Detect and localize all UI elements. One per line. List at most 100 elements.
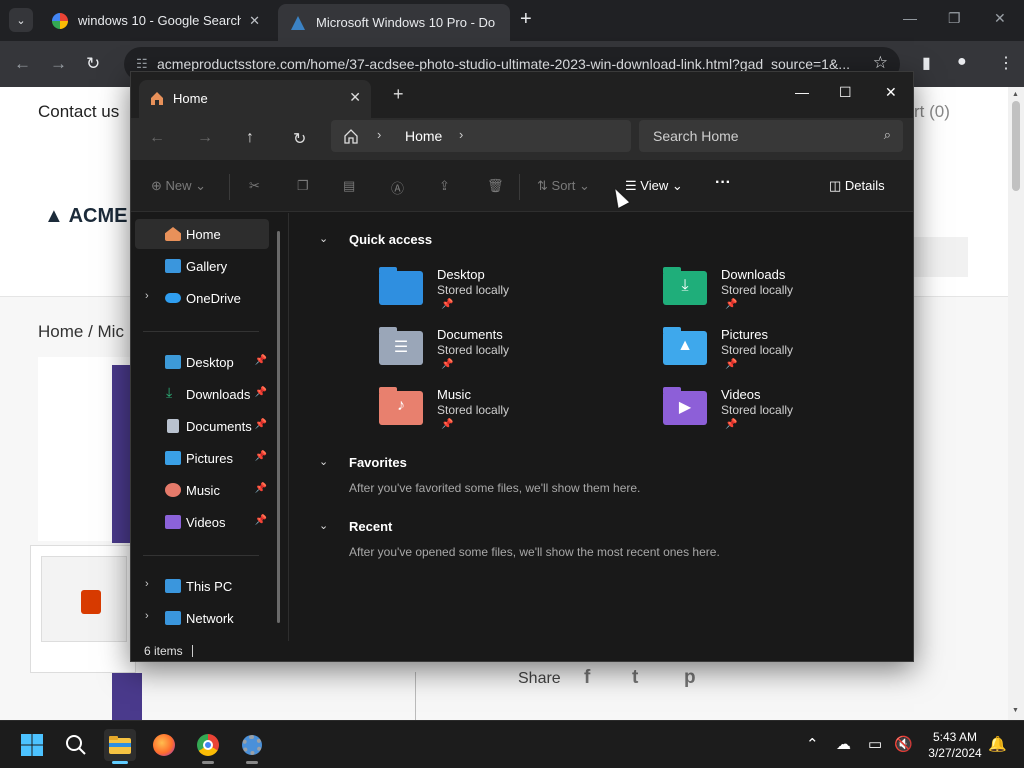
- start-button[interactable]: [16, 729, 48, 761]
- pin-icon[interactable]: 📌: [255, 355, 267, 366]
- view-button[interactable]: ☰ View ⌄: [625, 178, 683, 194]
- notification-bell-icon[interactable]: 🔔: [988, 735, 1007, 753]
- up-arrow-icon[interactable]: ↑: [246, 129, 254, 147]
- new-tab-button[interactable]: +: [520, 8, 532, 31]
- chevron-right-icon[interactable]: ›: [145, 290, 149, 302]
- nav-item-downloads[interactable]: ⤓ Downloads 📌: [135, 379, 269, 409]
- nav-item-gallery[interactable]: Gallery: [135, 251, 269, 281]
- pin-icon[interactable]: 📌: [255, 419, 267, 430]
- section-recent[interactable]: Recent: [349, 519, 392, 534]
- chevron-right-icon[interactable]: ›: [459, 127, 463, 142]
- pin-icon[interactable]: 📌: [255, 483, 267, 494]
- close-icon[interactable]: ✕: [349, 89, 361, 106]
- page-scrollbar[interactable]: ▲ ▼: [1008, 87, 1024, 720]
- nav-item-desktop[interactable]: Desktop 📌: [135, 347, 269, 377]
- browser-tab-google[interactable]: windows 10 - Google Search ✕: [40, 4, 272, 37]
- details-button[interactable]: ◫ Details: [829, 178, 885, 194]
- quick-access-downloads[interactable]: ⤓ Downloads Stored locally 📌: [663, 267, 863, 321]
- minimize-icon[interactable]: —: [903, 10, 917, 26]
- onedrive-offline-icon[interactable]: ☁: [836, 735, 851, 753]
- nav-item-documents[interactable]: Documents 📌: [135, 411, 269, 441]
- cut-icon[interactable]: ✂: [249, 178, 260, 194]
- rename-icon[interactable]: Ⓐ: [391, 178, 404, 197]
- maximize-icon[interactable]: ☐: [839, 84, 852, 101]
- pin-icon[interactable]: 📌: [255, 451, 267, 462]
- scroll-down-icon[interactable]: ▼: [1012, 707, 1019, 714]
- taskbar-file-explorer[interactable]: [104, 729, 136, 764]
- quick-access-music[interactable]: ♪ Music Stored locally 📌: [379, 387, 579, 441]
- search-icon[interactable]: ⌕: [884, 127, 891, 143]
- scroll-up-icon[interactable]: ▲: [1012, 91, 1019, 98]
- minimize-icon[interactable]: —: [795, 84, 809, 100]
- copy-icon[interactable]: ❐: [297, 178, 309, 194]
- facebook-icon[interactable]: f: [584, 667, 590, 689]
- network-icon[interactable]: ▭: [868, 735, 882, 753]
- chevron-right-icon[interactable]: ›: [145, 610, 149, 622]
- pane-divider[interactable]: [288, 213, 289, 641]
- sort-button[interactable]: ⇅ Sort ⌄: [537, 178, 590, 194]
- reload-icon[interactable]: ↻: [86, 54, 100, 74]
- contact-link[interactable]: Contact us: [38, 102, 119, 122]
- explorer-search-input[interactable]: Search Home ⌕: [639, 120, 903, 152]
- new-button[interactable]: ⊕ New ⌄: [151, 178, 206, 194]
- new-tab-button[interactable]: +: [393, 84, 404, 105]
- twitter-icon[interactable]: t: [632, 667, 638, 689]
- paste-icon[interactable]: ▤: [343, 178, 355, 194]
- address-location[interactable]: Home: [405, 128, 442, 144]
- nav-item-pictures[interactable]: Pictures 📌: [135, 443, 269, 473]
- pin-icon[interactable]: 📌: [255, 515, 267, 526]
- more-options-icon[interactable]: ···: [715, 174, 731, 192]
- breadcrumb[interactable]: Home / Mic: [38, 322, 124, 342]
- product-thumbnail[interactable]: [30, 545, 136, 673]
- close-icon[interactable]: ✕: [994, 10, 1006, 27]
- forward-arrow-icon[interactable]: →: [50, 54, 67, 74]
- close-icon[interactable]: ✕: [249, 13, 260, 29]
- chevron-right-icon[interactable]: ›: [145, 578, 149, 590]
- nav-item-onedrive[interactable]: › OneDrive: [135, 283, 269, 313]
- pinterest-icon[interactable]: p: [684, 667, 696, 689]
- chevron-down-icon[interactable]: ⌄: [319, 519, 328, 532]
- nav-item-videos[interactable]: Videos 📌: [135, 507, 269, 537]
- side-panel-icon[interactable]: ▮: [922, 53, 931, 73]
- bookmark-star-icon[interactable]: ☆: [873, 53, 888, 73]
- site-info-icon[interactable]: ☷: [136, 56, 148, 72]
- menu-dots-icon[interactable]: ⋮: [998, 53, 1014, 73]
- chevron-up-icon[interactable]: ⌃: [806, 735, 819, 753]
- site-logo[interactable]: ▲ ACME: [44, 205, 128, 228]
- chevron-right-icon[interactable]: ›: [377, 127, 381, 142]
- quick-access-desktop[interactable]: Desktop Stored locally 📌: [379, 267, 579, 321]
- quick-access-videos[interactable]: ▶ Videos Stored locally 📌: [663, 387, 863, 441]
- section-quick-access[interactable]: Quick access: [349, 232, 432, 247]
- section-favorites[interactable]: Favorites: [349, 455, 407, 470]
- taskbar-search-button[interactable]: [60, 729, 92, 761]
- nav-item-this-pc[interactable]: › This PC: [135, 571, 269, 601]
- tab-search-button[interactable]: ⌄: [9, 8, 33, 32]
- forward-arrow-icon[interactable]: →: [197, 129, 213, 147]
- cart-link[interactable]: rt (0): [914, 102, 950, 122]
- site-search-input[interactable]: [914, 237, 968, 277]
- explorer-address-bar[interactable]: › Home ›: [331, 120, 631, 152]
- taskbar-settings[interactable]: [236, 729, 268, 764]
- nav-scrollbar[interactable]: [277, 231, 280, 623]
- taskbar-firefox[interactable]: [148, 729, 180, 761]
- close-icon[interactable]: ✕: [885, 84, 897, 101]
- back-arrow-icon[interactable]: ←: [14, 54, 31, 74]
- chevron-down-icon[interactable]: ⌄: [319, 232, 328, 245]
- explorer-tab-home[interactable]: Home ✕: [139, 80, 371, 118]
- nav-item-home[interactable]: Home: [135, 219, 269, 249]
- system-clock[interactable]: 5:43 AM 3/27/2024: [920, 729, 990, 761]
- delete-icon[interactable]: 🗑: [487, 178, 504, 194]
- scrollbar-thumb[interactable]: [1012, 101, 1020, 191]
- pin-icon[interactable]: 📌: [255, 387, 267, 398]
- restore-icon[interactable]: ❐: [948, 10, 961, 27]
- chevron-down-icon[interactable]: ⌄: [319, 455, 328, 468]
- volume-muted-icon[interactable]: 🔇: [894, 735, 913, 753]
- profile-icon[interactable]: ●: [957, 53, 967, 71]
- nav-item-music[interactable]: Music 📌: [135, 475, 269, 505]
- browser-tab-active[interactable]: Microsoft Windows 10 Pro - Do: [278, 4, 510, 41]
- share-icon[interactable]: ⇪: [439, 178, 450, 194]
- back-arrow-icon[interactable]: ←: [149, 129, 165, 147]
- taskbar-chrome[interactable]: [192, 729, 224, 764]
- quick-access-documents[interactable]: ☰ Documents Stored locally 📌: [379, 327, 579, 381]
- nav-item-network[interactable]: › Network: [135, 603, 269, 633]
